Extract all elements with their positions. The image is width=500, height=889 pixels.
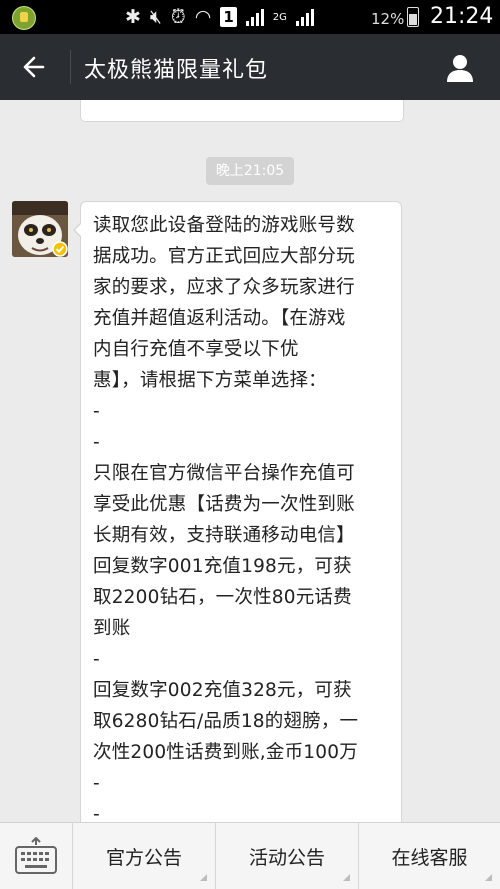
message-text-line: - <box>93 773 100 794</box>
submenu-indicator-icon <box>485 874 492 881</box>
message-text-line: 只限在官方微信平台操作充值可 <box>93 463 355 484</box>
message-text-line: 读取您此设备登陆的游戏账号数 <box>93 215 355 236</box>
message-text-line: 据成功。官方正式回应大部分玩 <box>93 246 355 267</box>
message-text-line: 回复数字001充值198元，可获 <box>93 556 352 577</box>
bottom-menu-bar: 官方公告 活动公告 在线客服 <box>0 822 500 889</box>
signal-2g-icon <box>295 8 314 26</box>
keyboard-icon <box>15 837 57 874</box>
title-bar: 太极熊猫限量礼包 <box>0 34 500 100</box>
message-text-line: - <box>93 804 100 822</box>
title-divider <box>70 50 71 84</box>
menu-label: 在线客服 <box>391 846 468 869</box>
message-text-line: - <box>93 432 100 453</box>
avatar[interactable] <box>12 201 68 257</box>
message-timestamp: 晚上21:05 <box>206 157 294 185</box>
panda-avatar-icon <box>12 201 68 257</box>
message-text-line: 次性200性话费到账,金币100万 <box>93 742 358 763</box>
status-bar: ✱ 🔇︎ ⏰︎ ◠ 1 2G 12% 21:24 <box>0 0 500 34</box>
app-notification-icon <box>12 6 36 30</box>
message-text-line: 惠】，请根据下方菜单选择： <box>93 370 327 391</box>
menu-online-service[interactable]: 在线客服 <box>358 823 500 889</box>
message-bubble[interactable]: 读取您此设备登陆的游戏账号数 据成功。官方正式回应大部分玩 家的要求，应求了众多玩家… <box>73 201 402 822</box>
keyboard-toggle-button[interactable] <box>0 823 72 889</box>
submenu-indicator-icon <box>343 874 350 881</box>
message-text-line: 长期有效，支持联通移动电信】 <box>93 525 355 546</box>
message-text-line: 到账 <box>93 618 131 639</box>
person-icon <box>447 55 473 82</box>
menu-label: 官方公告 <box>105 846 182 869</box>
message-text-line: 取6280钻石/品质18的翅膀，一 <box>93 711 359 732</box>
sim-badge: 1 <box>220 7 237 27</box>
message-text-line: 充值并超值返利活动。【在游戏 <box>93 308 346 329</box>
network-type-label: 2G <box>272 11 287 23</box>
menu-event-announcement[interactable]: 活动公告 <box>215 823 358 889</box>
menu-label: 活动公告 <box>248 846 325 869</box>
bluetooth-icon: ✱ <box>125 6 141 28</box>
previous-message-bubble <box>80 100 404 122</box>
message-text-line: 享受此优惠【话费为一次性到账 <box>93 494 355 515</box>
chat-area[interactable]: 晚上21:05 读取您此设备登陆的游戏账号数 据成功。官方正式回应大部分玩 家的要求… <box>0 100 500 822</box>
battery-percent: 12% <box>371 10 405 28</box>
submenu-indicator-icon <box>200 874 207 881</box>
clock: 21:24 <box>430 4 494 29</box>
back-button[interactable] <box>8 44 58 90</box>
status-icons: ✱ 🔇︎ ⏰︎ ◠ 1 2G <box>125 3 314 31</box>
page-title: 太极熊猫限量礼包 <box>84 58 269 83</box>
battery-icon <box>407 7 419 27</box>
message-text-line: 家的要求，应求了众多玩家进行 <box>93 277 355 298</box>
message-text-line: 回复数字002充值328元，可获 <box>93 680 352 701</box>
message-text-line: - <box>93 649 100 670</box>
menu-official-announcement[interactable]: 官方公告 <box>72 823 215 889</box>
back-arrow-icon <box>23 56 45 78</box>
mute-icon: 🔇︎ <box>149 6 162 28</box>
wifi-icon: ◠ <box>194 6 212 28</box>
profile-button[interactable] <box>438 46 482 90</box>
alarm-icon: ⏰︎ <box>170 6 186 28</box>
signal-3g-icon <box>245 8 264 26</box>
message-text-line: - <box>93 401 100 422</box>
message-text-line: 取2200钻石，一次性80元话费 <box>93 587 352 608</box>
message-text-line: 内自行充值不享受以下优 <box>93 339 299 360</box>
